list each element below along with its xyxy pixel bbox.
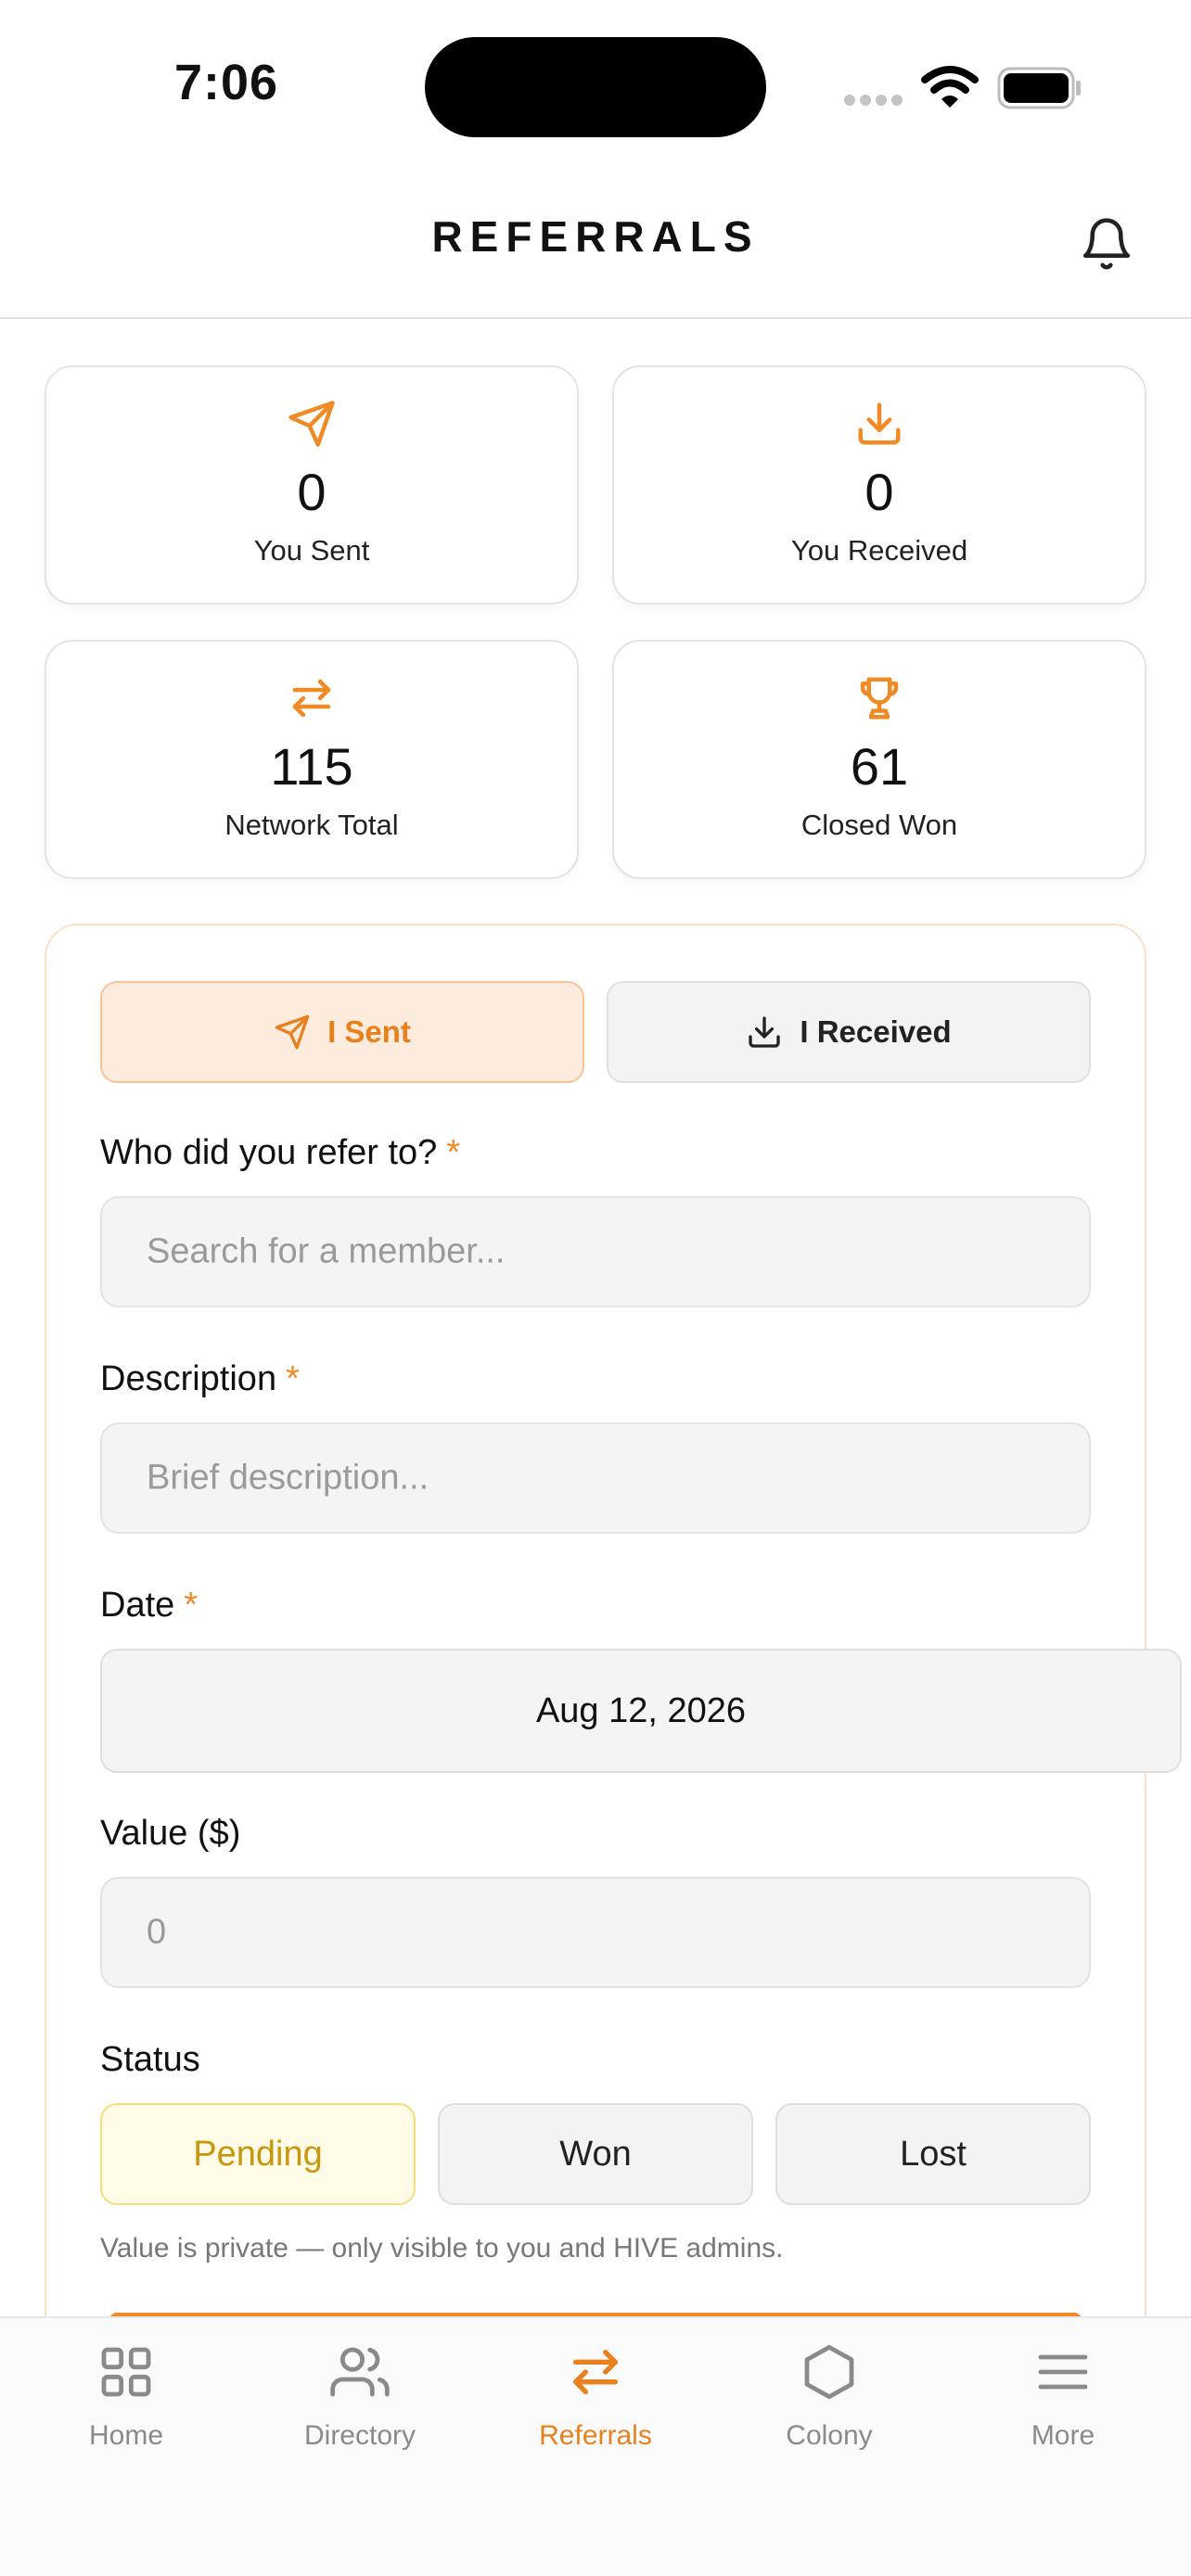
arrows-swap-icon <box>566 2342 625 2402</box>
stat-card-closed-won: 61 Closed Won <box>612 640 1146 879</box>
tab-colony[interactable]: Colony <box>727 2342 931 2452</box>
grid-icon <box>96 2342 156 2402</box>
download-icon <box>854 399 904 449</box>
tab-label: Home <box>88 2420 164 2451</box>
wifi-icon <box>921 65 979 109</box>
page-title: REFERRALS <box>431 212 760 261</box>
toggle-label: I Received <box>800 1014 952 1049</box>
tab-directory[interactable]: Directory <box>258 2342 462 2452</box>
description-placeholder: Brief description... <box>147 1458 429 1498</box>
download-icon <box>749 1016 781 1048</box>
refer-to-label: Who did you refer to? * <box>100 1133 461 1172</box>
tab-label: More <box>1031 2420 1095 2451</box>
value-input[interactable]: 0 <box>100 1877 1091 1988</box>
trophy-icon <box>854 673 904 723</box>
tab-more[interactable]: More <box>961 2342 1165 2452</box>
tab-label: Colony <box>786 2420 873 2451</box>
status-won-button[interactable]: Won <box>438 2103 753 2205</box>
stat-value: 0 <box>297 463 327 521</box>
tab-bar: Home Directory Referrals Colony More <box>0 2316 1191 2576</box>
stat-label: You Received <box>790 534 968 567</box>
required-mark: * <box>286 1359 300 1398</box>
arrows-swap-icon <box>287 673 337 723</box>
send-icon <box>287 399 337 449</box>
toggle-i-received[interactable]: I Received <box>607 981 1091 1083</box>
battery-icon <box>997 67 1082 109</box>
status-time: 7:06 <box>174 55 279 110</box>
stat-card-network-total: 115 Network Total <box>45 640 579 879</box>
dynamic-island <box>425 37 766 137</box>
date-label: Date * <box>100 1586 198 1625</box>
privacy-note: Value is private — only visible to you a… <box>100 2233 784 2264</box>
required-mark: * <box>184 1586 198 1625</box>
users-icon <box>330 2342 390 2402</box>
value-placeholder: 0 <box>147 1912 167 1952</box>
stat-value: 115 <box>270 737 353 796</box>
hexagon-icon <box>800 2342 859 2402</box>
value-label: Value ($) <box>100 1814 241 1853</box>
tab-home[interactable]: Home <box>24 2342 228 2452</box>
toggle-i-sent[interactable]: I Sent <box>100 981 584 1083</box>
stat-label: You Sent <box>253 534 370 567</box>
cellular-signal-icon <box>842 93 903 108</box>
tab-label: Referrals <box>539 2420 652 2451</box>
date-picker[interactable]: Aug 12, 2026 <box>100 1649 1182 1773</box>
tab-label: Directory <box>303 2420 416 2451</box>
required-mark: * <box>446 1133 461 1172</box>
status-pending-button[interactable]: Pending <box>100 2103 416 2205</box>
send-icon <box>275 1014 310 1050</box>
toggle-label: I Sent <box>327 1014 411 1049</box>
tab-referrals[interactable]: Referrals <box>493 2342 698 2452</box>
header-divider <box>0 317 1191 319</box>
member-search-input[interactable]: Search for a member... <box>100 1196 1091 1307</box>
status-lost-button[interactable]: Lost <box>775 2103 1091 2205</box>
stat-value: 0 <box>864 463 894 521</box>
stat-label: Network Total <box>224 809 399 841</box>
stat-label: Closed Won <box>800 809 958 841</box>
status-label: Status <box>100 2040 200 2079</box>
stat-value: 61 <box>850 737 909 796</box>
bell-icon[interactable] <box>1078 213 1135 274</box>
member-search-placeholder: Search for a member... <box>147 1231 506 1271</box>
stat-card-sent: 0 You Sent <box>45 365 579 605</box>
stat-card-received: 0 You Received <box>612 365 1146 605</box>
menu-icon <box>1033 2342 1093 2402</box>
description-label: Description * <box>100 1359 300 1398</box>
description-input[interactable]: Brief description... <box>100 1422 1091 1534</box>
